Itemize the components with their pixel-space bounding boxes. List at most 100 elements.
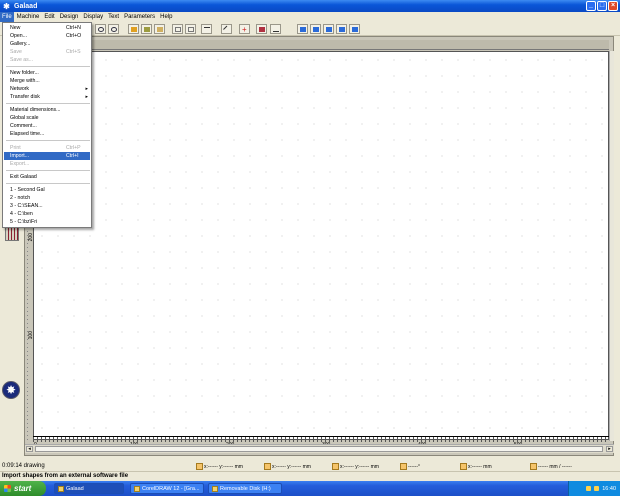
redo-button[interactable] <box>108 24 119 34</box>
menu-item-comment[interactable]: Comment... <box>4 122 90 130</box>
menu-item-material-dimensions[interactable]: Material dimensions... <box>4 106 90 114</box>
chart-button[interactable] <box>256 24 267 34</box>
menu-edit[interactable]: Edit <box>42 12 56 22</box>
undo-button[interactable] <box>95 24 106 34</box>
menu-item-import[interactable]: Import... Ctrl+I <box>4 152 90 160</box>
group-button[interactable] <box>128 24 139 34</box>
ungroup-button[interactable] <box>141 24 152 34</box>
scroll-right-arrow-icon[interactable]: ▸ <box>606 446 613 452</box>
title-bar: ✱ Galaad _ □ × <box>0 0 620 12</box>
app-icon <box>58 485 64 492</box>
maximize-button[interactable]: □ <box>597 1 607 11</box>
coord-field-2[interactable]: x:------ y:------ mm <box>264 463 311 470</box>
menu-item-save: Save Ctrl+S <box>10 49 81 55</box>
coord-field-1[interactable]: x:------ y:------ mm <box>196 463 243 470</box>
menu-bar: File Machine Edit Design Display Text Pa… <box>0 12 620 22</box>
menu-item-recent-4[interactable]: 4 - C:\ben <box>4 210 90 218</box>
menu-display[interactable]: Display <box>81 12 105 22</box>
toolpath-5-button[interactable] <box>349 24 360 34</box>
horizontal-scrollbar[interactable]: ◂ ▸ <box>25 444 614 453</box>
status-text: 0:09:14 drawing <box>2 463 45 469</box>
menu-separator <box>6 103 90 104</box>
menu-item-global-scale[interactable]: Global scale <box>4 114 90 122</box>
menu-separator <box>6 170 90 171</box>
menu-text[interactable]: Text <box>106 12 121 22</box>
file-menu-dropdown: New Ctrl+N Open... Ctrl+O Gallery... Save C… <box>2 22 92 228</box>
menu-separator <box>6 66 90 67</box>
material-tool-icon[interactable] <box>5 227 19 241</box>
system-tray: 16:40 <box>568 481 620 496</box>
menu-item-gallery[interactable]: Gallery... <box>4 40 90 48</box>
menu-item-export: Export... <box>10 161 30 167</box>
menu-item-recent-5[interactable]: 5 - C:\bz\Fri <box>4 218 90 226</box>
tray-network-icon[interactable] <box>586 486 592 491</box>
node-tool-button[interactable] <box>185 24 196 34</box>
shape-tool-button[interactable] <box>172 24 183 34</box>
toolpath-1-button[interactable] <box>297 24 308 34</box>
menu-item-save-as: Save as... <box>10 57 34 63</box>
start-button[interactable]: start <box>0 481 46 496</box>
menu-parameters[interactable]: Parameters <box>122 12 157 22</box>
drawing-workarea: 200 100 0 100 200 300 400 500 ◂ ▸ <box>24 36 614 456</box>
coord-field-4[interactable]: ------° <box>400 463 420 470</box>
scroll-thumb[interactable] <box>35 446 603 452</box>
menu-item-recent-1[interactable]: 1 - Second Gal <box>4 186 90 194</box>
menu-item-open[interactable]: Open... Ctrl+O <box>4 32 90 40</box>
coord-field-5[interactable]: x:------ mm <box>460 463 492 470</box>
toolpath-4-button[interactable] <box>336 24 347 34</box>
menu-item-elapsed-time[interactable]: Elapsed time... <box>4 130 90 138</box>
coord-field-6[interactable]: ------ mm / ------ <box>530 463 572 470</box>
drawing-canvas[interactable] <box>33 51 609 440</box>
folder-icon <box>212 485 218 492</box>
minimize-button[interactable]: _ <box>586 1 596 11</box>
hint-bar: Import shapes from an external software … <box>0 471 620 480</box>
scroll-left-arrow-icon[interactable]: ◂ <box>26 446 33 452</box>
menu-item-recent-2[interactable]: 2 - notch <box>4 194 90 202</box>
windows-flag-icon <box>4 485 11 492</box>
toolbar: + <box>0 22 620 36</box>
tray-volume-icon[interactable] <box>594 486 600 491</box>
window-controls: _ □ × <box>586 1 618 11</box>
app-icon <box>134 485 140 492</box>
coord-icon <box>196 463 203 470</box>
menu-separator <box>6 140 90 141</box>
coord-icon <box>460 463 467 470</box>
pencil-tool-button[interactable] <box>221 24 232 34</box>
arrange-button[interactable] <box>154 24 165 34</box>
line-tool-button[interactable] <box>201 24 212 34</box>
coord-icon <box>400 463 407 470</box>
vertical-scrollbar[interactable] <box>609 51 614 441</box>
measure-button[interactable] <box>270 24 281 34</box>
canvas-grid <box>34 52 608 439</box>
coord-field-3[interactable]: x:------ y:------ mm <box>332 463 379 470</box>
menu-item-merge-with[interactable]: Merge with... <box>4 77 90 85</box>
menu-item-transfer-disk[interactable]: Transfer disk ▸ <box>4 93 90 101</box>
clock: 16:40 <box>602 485 616 492</box>
galaad-star-icon: ✱ <box>3 1 10 11</box>
menu-item-new[interactable]: New Ctrl+N <box>4 24 90 32</box>
menu-machine[interactable]: Machine <box>15 12 42 22</box>
menu-item-network[interactable]: Network ▸ <box>4 85 90 93</box>
submenu-arrow-icon: ▸ <box>85 94 88 100</box>
menu-help[interactable]: Help <box>158 12 174 22</box>
task-removable-disk[interactable]: Removable Disk (H:) <box>208 483 282 494</box>
task-galaad[interactable]: Galaad <box>54 483 124 494</box>
menu-item-exit[interactable]: Exit Galaad <box>4 173 90 181</box>
window-title: Galaad <box>14 2 38 10</box>
start-label: start <box>14 484 32 493</box>
bottom-ruler <box>33 436 609 442</box>
menu-item-recent-3[interactable]: 3 - C:\SEAN... <box>4 202 90 210</box>
compass-star-icon[interactable]: ✸ <box>2 381 20 399</box>
coord-icon <box>332 463 339 470</box>
toolpath-3-button[interactable] <box>323 24 334 34</box>
menu-file[interactable]: File <box>0 12 14 22</box>
toolpath-2-button[interactable] <box>310 24 321 34</box>
windows-taskbar: start Galaad CorelDRAW 12 - [Gra... Remo… <box>0 481 620 496</box>
status-row: 0:09:14 drawing x:------ y:------ mm x:-… <box>0 462 620 471</box>
task-coreldraw[interactable]: CorelDRAW 12 - [Gra... <box>130 483 204 494</box>
galaad-app: ✱ Galaad _ □ × File Machine Edit Design … <box>0 0 620 496</box>
origin-button[interactable]: + <box>239 24 250 34</box>
close-button[interactable]: × <box>608 1 618 11</box>
menu-design[interactable]: Design <box>58 12 81 22</box>
menu-item-new-folder[interactable]: New folder... <box>4 69 90 77</box>
